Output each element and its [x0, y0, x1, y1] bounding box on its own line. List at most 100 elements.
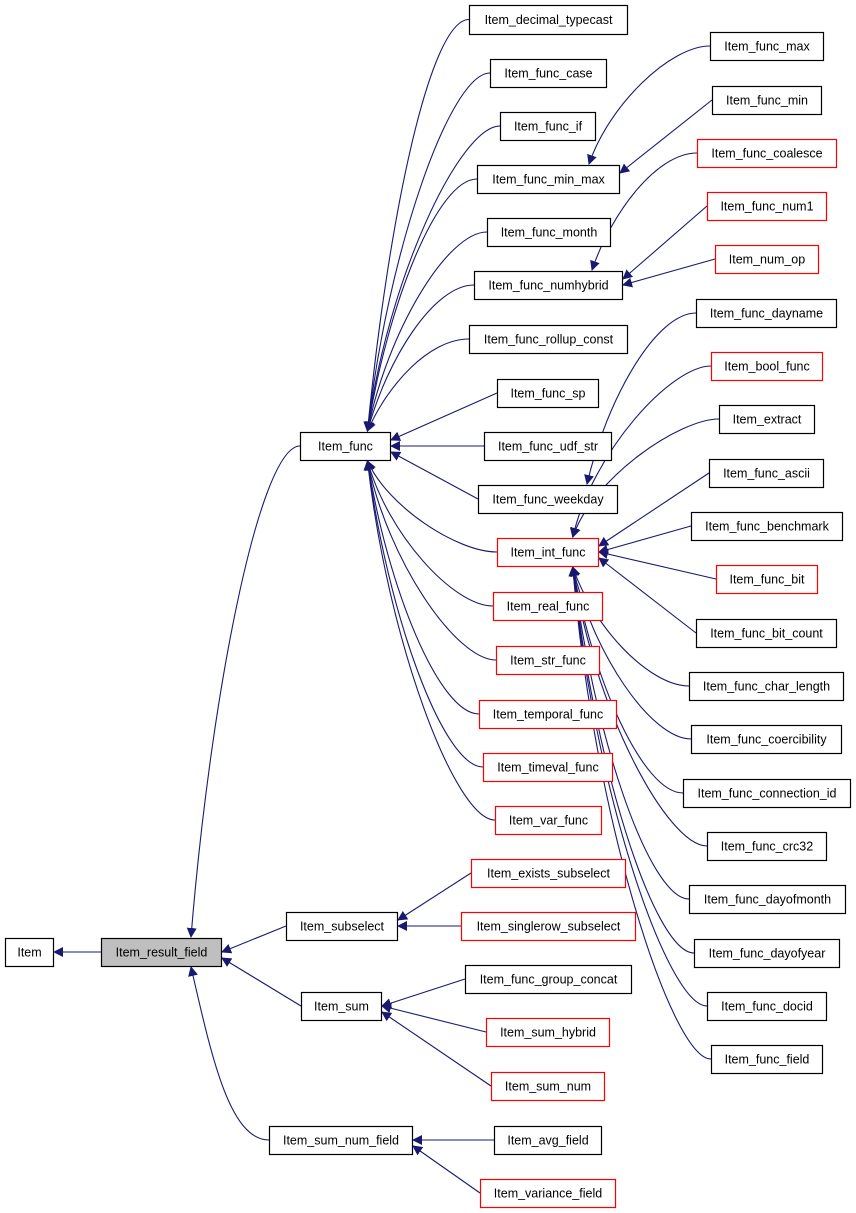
node-label: Item_int_func [510, 546, 585, 560]
node-label: Item [17, 946, 41, 960]
node-item-func-field[interactable]: Item_func_field [710, 1044, 824, 1075]
node-item-func-ascii[interactable]: Item_func_ascii [708, 458, 825, 489]
nodes-layer: Item Item_result_field Item_func Item_subse… [4, 4, 852, 1209]
edge-item-sum-num-to-item-sum [381, 1011, 492, 1087]
node-label: Item_num_op [729, 253, 805, 267]
edge-item-func-group-concat-to-item-sum [381, 978, 466, 1008]
node-item-func-weekday[interactable]: Item_func_weekday [477, 484, 619, 515]
node-label: Item_func_dayofmonth [704, 893, 831, 907]
node-label: Item_func_ascii [723, 467, 810, 481]
node-item-func-rollup-const[interactable]: Item_func_rollup_const [468, 324, 629, 355]
node-item[interactable]: Item [4, 937, 55, 968]
node-label: Item_func_udf_str [498, 440, 598, 454]
node-item-func-connection-id[interactable]: Item_func_connection_id [682, 778, 852, 809]
node-label: Item_func_weekday [492, 493, 604, 507]
node-item-variance-field[interactable]: Item_variance_field [479, 1178, 617, 1209]
node-item-avg-field[interactable]: Item_avg_field [493, 1125, 603, 1156]
node-item-sum-num-field[interactable]: Item_sum_num_field [268, 1125, 414, 1156]
edge-item-func-numhybrid-to-item-func [365, 284, 475, 432]
node-item-singlerow-subselect[interactable]: Item_singlerow_subselect [460, 911, 637, 942]
node-item-func-dayname[interactable]: Item_func_dayname [695, 298, 838, 329]
node-item-str-func[interactable]: Item_str_func [495, 645, 601, 676]
node-label: Item_sum_hybrid [500, 1026, 596, 1040]
edge-item-timeval-func-to-item-func [363, 460, 484, 768]
node-item-sum-num[interactable]: Item_sum_num [490, 1071, 606, 1102]
edge-item-func-benchmark-to-item-int-func [598, 525, 692, 555]
node-label: Item_extract [733, 413, 802, 427]
node-label: Item_func_dayname [710, 307, 823, 321]
node-item-func-crc32[interactable]: Item_func_crc32 [706, 831, 828, 862]
node-item-sum-hybrid[interactable]: Item_sum_hybrid [485, 1017, 611, 1048]
node-label: Item_singlerow_subselect [477, 920, 621, 934]
node-item-func-group-concat[interactable]: Item_func_group_concat [464, 964, 633, 995]
node-label: Item_timeval_func [497, 761, 598, 775]
node-item-func-bit[interactable]: Item_func_bit [715, 564, 819, 595]
node-item-func-month[interactable]: Item_func_month [486, 217, 612, 248]
node-label: Item_func_case [504, 67, 592, 81]
edges-layer [53, 18, 720, 1194]
node-item-func-min-max[interactable]: Item_func_min_max [476, 164, 621, 195]
node-item-func-case[interactable]: Item_func_case [489, 58, 608, 89]
node-label: Item_func_connection_id [698, 787, 837, 801]
node-item-decimal-typecast[interactable]: Item_decimal_typecast [468, 4, 629, 36]
edge-item-func-to-item-result-field [186, 445, 301, 938]
node-item-sum[interactable]: Item_sum [300, 991, 383, 1022]
node-label: Item_sum [314, 1000, 369, 1014]
node-label: Item_func_sp [510, 387, 585, 401]
node-item-extract[interactable]: Item_extract [718, 404, 816, 435]
node-label: Item_func_coalesce [711, 147, 822, 161]
node-label: Item_str_func [510, 654, 586, 668]
node-item-func[interactable]: Item_func [299, 431, 392, 462]
node-item-func-docid[interactable]: Item_func_docid [706, 991, 828, 1022]
node-item-var-func[interactable]: Item_var_func [494, 805, 603, 836]
node-item-func-num1[interactable]: Item_func_num1 [706, 191, 828, 222]
node-label: Item_func [318, 440, 373, 454]
node-label: Item_exists_subselect [487, 867, 611, 881]
inheritance-graph: Item Item_result_field Item_func Item_subse… [4, 4, 852, 1209]
node-label: Item_func_docid [721, 1000, 813, 1014]
node-item-real-func[interactable]: Item_real_func [492, 591, 604, 622]
node-item-subselect[interactable]: Item_subselect [285, 911, 399, 942]
node-item-func-numhybrid[interactable]: Item_func_numhybrid [473, 270, 624, 301]
edge-item-var-func-to-item-func [363, 460, 496, 821]
edge-item-variance-field-to-item-sum-num-field [412, 1145, 481, 1194]
node-label: Item_func_bit_count [710, 627, 823, 641]
edge-item-real-func-to-item-func [365, 460, 494, 607]
node-item-func-sp[interactable]: Item_func_sp [496, 378, 600, 409]
node-label: Item_variance_field [494, 1187, 602, 1201]
node-label: Item_var_func [509, 814, 588, 828]
node-item-func-min[interactable]: Item_func_min [711, 85, 823, 116]
edge-item-func-min-max-to-item-func [363, 178, 478, 432]
edge-item-decimal-typecast-to-item-func [363, 18, 470, 432]
node-label: Item_func_group_concat [480, 973, 618, 987]
node-label: Item_func_min [726, 94, 808, 108]
node-label: Item_sum_num_field [283, 1134, 399, 1148]
node-item-func-coalesce[interactable]: Item_func_coalesce [696, 138, 838, 169]
node-item-exists-subselect[interactable]: Item_exists_subselect [470, 858, 627, 889]
node-label: Item_func_char_length [703, 680, 830, 694]
node-item-result-field[interactable]: Item_result_field [100, 937, 223, 968]
node-label: Item_real_func [507, 600, 590, 614]
node-item-func-bit-count[interactable]: Item_func_bit_count [695, 618, 838, 649]
node-item-func-dayofyear[interactable]: Item_func_dayofyear [693, 938, 841, 969]
node-label: Item_func_rollup_const [484, 333, 614, 347]
node-item-num-op[interactable]: Item_num_op [714, 244, 820, 275]
node-label: Item_func_dayofyear [709, 947, 826, 961]
node-item-func-if[interactable]: Item_func_if [499, 111, 597, 142]
node-item-func-benchmark[interactable]: Item_func_benchmark [690, 511, 844, 542]
node-item-bool-func[interactable]: Item_bool_func [710, 351, 824, 382]
edge-item-sum-hybrid-to-item-sum [381, 1003, 487, 1033]
node-label: Item_func_if [514, 120, 583, 134]
edge-item-sum-to-item-result-field [221, 957, 302, 1007]
node-item-int-func[interactable]: Item_int_func [496, 537, 600, 568]
node-label: Item_func_field [725, 1053, 810, 1067]
node-item-func-dayofmonth[interactable]: Item_func_dayofmonth [688, 884, 847, 915]
node-item-timeval-func[interactable]: Item_timeval_func [482, 752, 614, 783]
node-item-func-max[interactable]: Item_func_max [709, 31, 825, 62]
node-item-temporal-func[interactable]: Item_temporal_func [478, 699, 618, 730]
edge-item-exists-subselect-to-item-subselect [397, 872, 472, 921]
node-item-func-char-length[interactable]: Item_func_char_length [688, 671, 845, 702]
node-item-func-udf-str[interactable]: Item_func_udf_str [483, 431, 613, 462]
node-item-func-coercibility[interactable]: Item_func_coercibility [690, 724, 843, 755]
node-label: Item_bool_func [724, 360, 809, 374]
